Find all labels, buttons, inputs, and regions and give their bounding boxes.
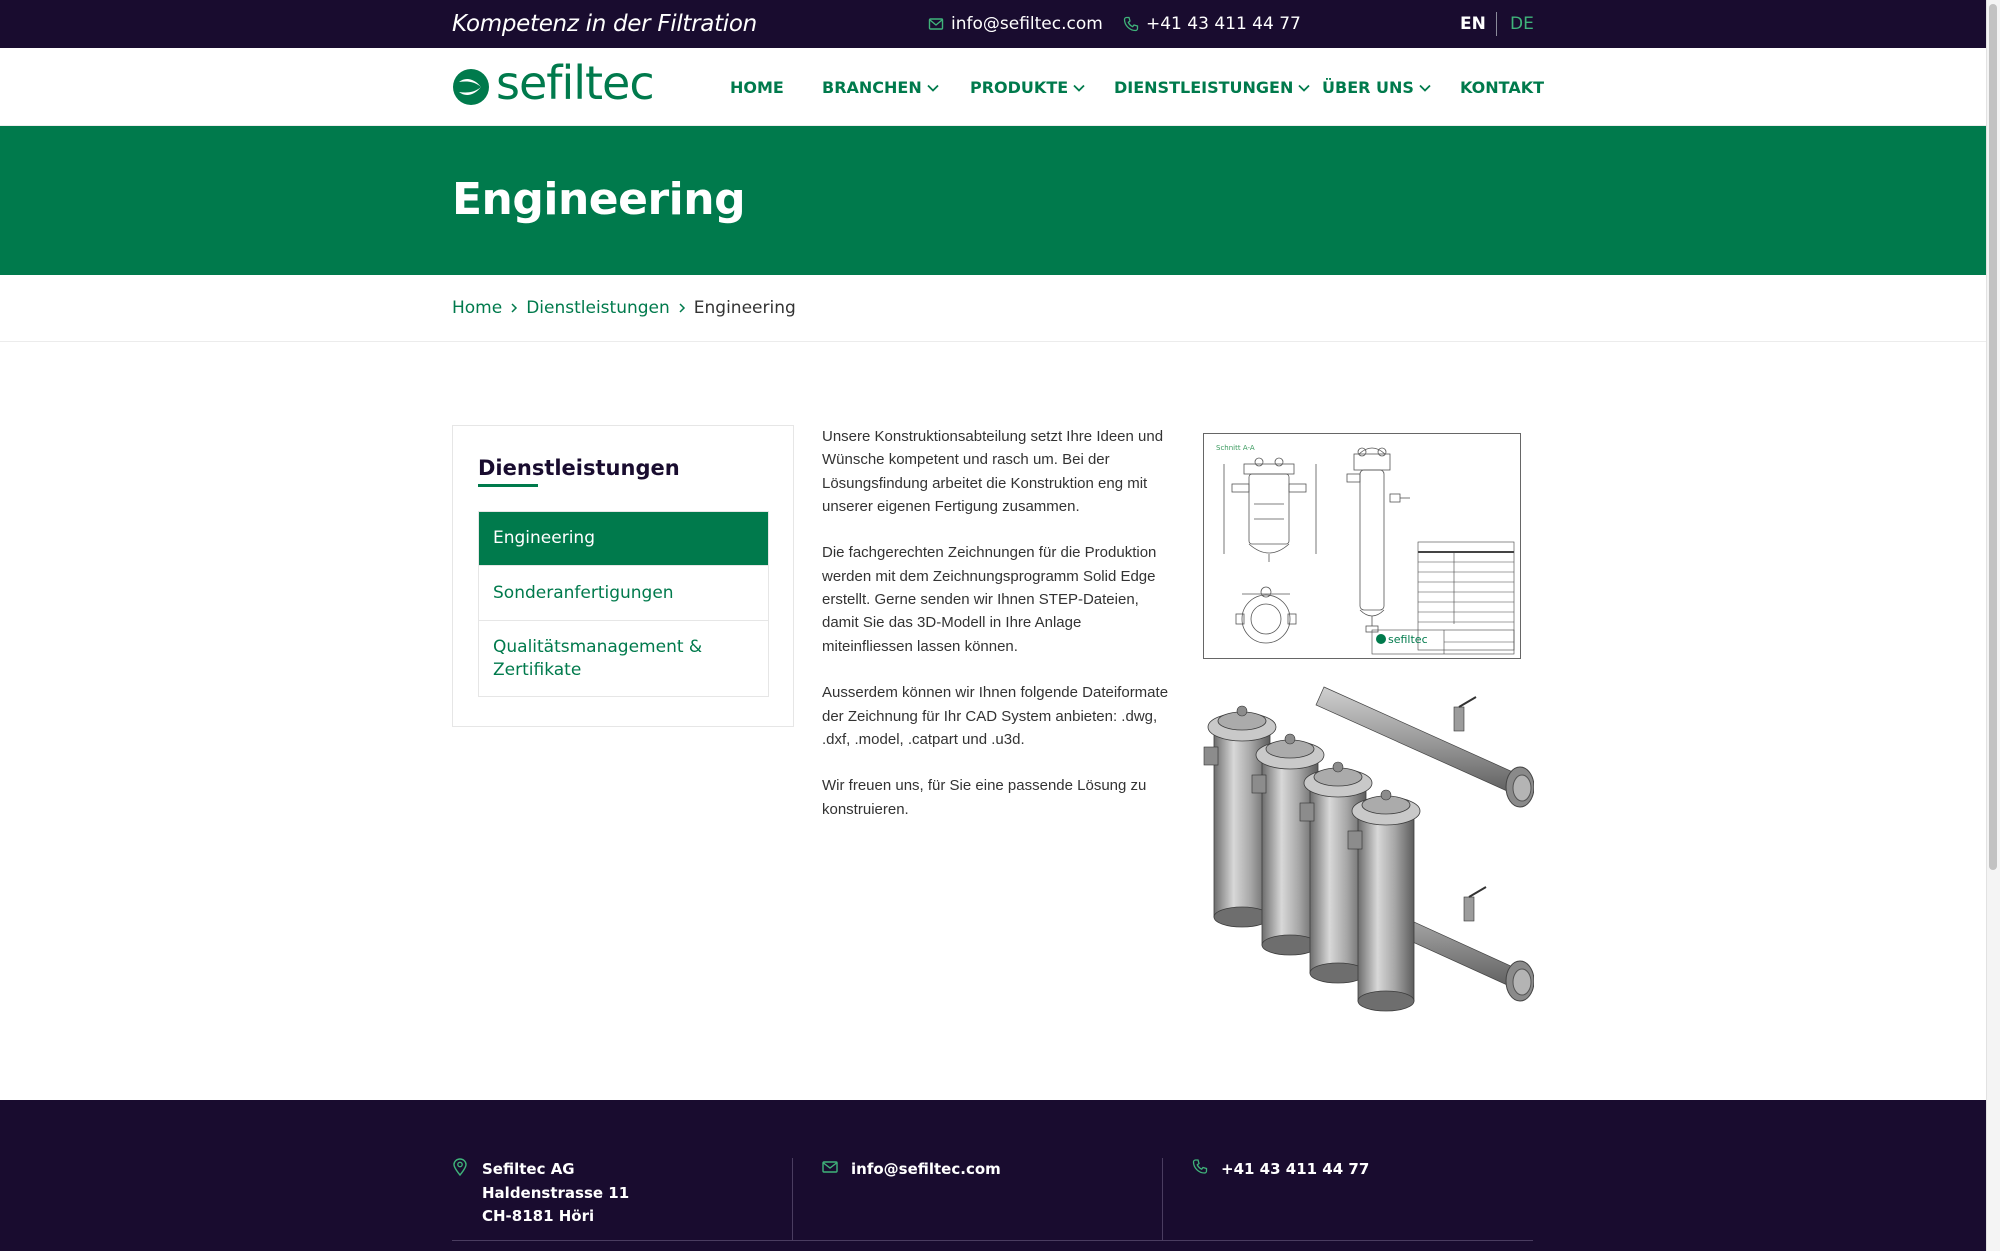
breadcrumb: Home Dienstleistungen Engineering: [452, 298, 796, 318]
breadcrumb-home[interactable]: Home: [452, 298, 502, 318]
nav-ueber-uns-label: ÜBER UNS: [1322, 78, 1414, 97]
nav-branchen-label: BRANCHEN: [822, 78, 922, 97]
content-paragraph: Ausserdem können wir Ihnen folgende Date…: [822, 684, 1169, 748]
sidebar-item-engineering[interactable]: Engineering: [479, 512, 768, 565]
sidebar-item-sonderanfertigungen[interactable]: Sonderanfertigungen: [479, 565, 768, 620]
nav-kontakt-label: KONTAKT: [1460, 78, 1545, 97]
sidebar-item-qualitaetsmanagement[interactable]: Qualitätsmanagement & Zertifikate: [479, 620, 768, 696]
content-paragraph: Die fachgerechten Zeichnungen für die Pr…: [822, 544, 1157, 655]
sidebar-title-underline: [478, 484, 538, 487]
footer-divider: [792, 1158, 793, 1240]
main-header: sefiltec HOME BRANCHEN PRODUKTE DIENSTLE…: [0, 48, 1986, 126]
lang-de[interactable]: DE: [1510, 14, 1534, 34]
content-paragraph: Unsere Konstruktionsabteilung setzt Ihre…: [822, 428, 1164, 515]
breadcrumb-dienstleistungen[interactable]: Dienstleistungen: [526, 298, 670, 318]
drawing-label: Schnitt A-A: [1216, 444, 1255, 452]
tagline: Kompetenz in der Filtration: [452, 11, 757, 37]
content-paragraph: Wir freuen uns, für Sie eine passende Lö…: [822, 777, 1147, 818]
top-bar: Kompetenz in der Filtration info@sefilte…: [0, 0, 1986, 48]
footer-street: Haldenstrasse 11: [482, 1183, 630, 1202]
lang-en[interactable]: EN: [1460, 14, 1486, 34]
technical-drawing-image: Schnitt A-A sefiltec: [1203, 433, 1521, 659]
breadcrumb-current: Engineering: [693, 298, 796, 318]
nav-home-label: HOME: [730, 78, 784, 97]
drawing-logo: sefiltec: [1388, 633, 1428, 646]
chevron-down-icon: [1419, 84, 1431, 92]
map-pin-icon: [453, 1158, 467, 1176]
chevron-down-icon: [1073, 84, 1085, 92]
nav-kontakt[interactable]: KONTAKT: [1460, 78, 1544, 97]
site-logo[interactable]: sefiltec: [452, 60, 655, 106]
nav-ueber-uns[interactable]: ÜBER UNS: [1322, 78, 1432, 97]
chevron-down-icon: [927, 84, 939, 92]
nav-home[interactable]: HOME: [730, 78, 784, 97]
footer-city: CH-8181 Höri: [482, 1207, 595, 1225]
main-content: Unsere Konstruktionsabteilung setzt Ihre…: [822, 425, 1170, 844]
footer-divider: [1162, 1158, 1163, 1240]
envelope-icon: [928, 18, 944, 30]
envelope-icon: [822, 1161, 838, 1173]
breadcrumb-divider: [0, 341, 1986, 342]
logo-text: sefiltec: [496, 56, 655, 110]
logo-mark-icon: [453, 69, 489, 105]
page-title: Engineering: [452, 174, 746, 225]
lang-divider: [1496, 12, 1497, 36]
nav-produkte[interactable]: PRODUKTE: [970, 78, 1086, 97]
sidebar-title: Dienstleistungen: [478, 456, 680, 480]
scrollbar-thumb[interactable]: [1989, 4, 1997, 870]
nav-dienstleistungen[interactable]: DIENSTLEISTUNGEN: [1114, 78, 1311, 97]
nav-produkte-label: PRODUKTE: [970, 78, 1069, 97]
page-hero: Engineering: [0, 126, 1986, 275]
top-email-link[interactable]: info@sefiltec.com: [928, 14, 1103, 34]
top-phone-text: +41 43 411 44 77: [1146, 14, 1301, 34]
sidebar-item-label: Qualitätsmanagement & Zertifikate: [493, 636, 703, 680]
nav-dienstleistungen-label: DIENSTLEISTUNGEN: [1114, 78, 1294, 97]
chevron-right-icon: [511, 303, 518, 313]
footer-bottom-line: [452, 1240, 1533, 1241]
top-phone-link[interactable]: +41 43 411 44 77: [1123, 14, 1301, 34]
chevron-down-icon: [1298, 84, 1310, 92]
nav-branchen[interactable]: BRANCHEN: [822, 78, 940, 97]
chevron-right-icon: [679, 303, 685, 313]
footer-phone-link[interactable]: +41 43 411 44 77: [1221, 1158, 1369, 1182]
filter-3d-render-image: [1194, 667, 1535, 1017]
footer-email-link[interactable]: info@sefiltec.com: [851, 1158, 1001, 1182]
phone-icon: [1192, 1159, 1208, 1174]
top-email-text: info@sefiltec.com: [951, 14, 1103, 34]
page-scrollbar[interactable]: [1986, 0, 2000, 1251]
sidebar-item-label: Sonderanfertigungen: [493, 582, 674, 603]
footer-company: Sefiltec AG: [482, 1160, 575, 1178]
services-sidebar: Dienstleistungen Engineering Sonderanfer…: [452, 425, 794, 727]
site-footer: Sefiltec AG Haldenstrasse 11 CH-8181 Hör…: [0, 1100, 1986, 1251]
sidebar-list: Engineering Sonderanfertigungen Qualität…: [478, 511, 769, 697]
footer-address: Sefiltec AG Haldenstrasse 11 CH-8181 Hör…: [482, 1158, 629, 1229]
sidebar-item-label: Engineering: [493, 528, 595, 548]
phone-icon: [1123, 16, 1139, 32]
